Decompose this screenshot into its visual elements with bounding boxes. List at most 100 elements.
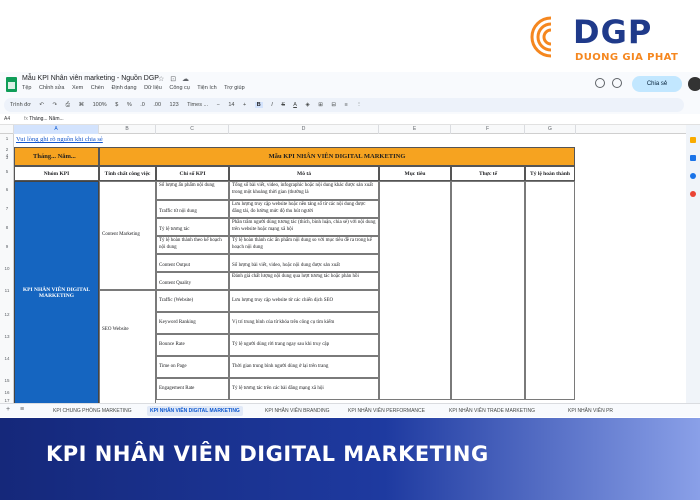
menu-extensions[interactable]: Tiện ích: [197, 85, 216, 91]
header-kpi-index[interactable]: Chỉ số KPI: [156, 166, 229, 181]
tab-kpi-trade-marketing[interactable]: KPI NHÂN VIÊN TRADE MARKETING: [446, 406, 538, 416]
kpi-desc-4[interactable]: Tỷ lệ hoàn thành các ấn phẩm nội dung so…: [229, 236, 379, 254]
kpi-desc-11[interactable]: Tỷ lệ tương tác trên các bài đăng mạng x…: [229, 378, 379, 400]
contacts-icon[interactable]: [690, 173, 696, 179]
row-header-2[interactable]: 2: [0, 147, 14, 152]
menu-format[interactable]: Định dạng: [111, 85, 136, 91]
column-header-d[interactable]: D: [229, 125, 379, 134]
text-color-button[interactable]: A: [293, 102, 297, 108]
category-content-marketing[interactable]: Content Marketing: [99, 181, 156, 290]
font-select[interactable]: Times ...: [187, 102, 208, 108]
row-header-12[interactable]: 12: [0, 312, 14, 317]
maps-icon[interactable]: [690, 191, 696, 197]
kpi-desc-10[interactable]: Thời gian trung bình người dùng ở lại tr…: [229, 356, 379, 378]
increase-decimal[interactable]: .00: [153, 102, 161, 108]
kpi-name-2[interactable]: Traffic từ nội dung: [156, 200, 229, 218]
kpi-name-7[interactable]: Traffic (Website): [156, 290, 229, 312]
print-icon[interactable]: ⎙: [66, 102, 70, 108]
actual-column-cells[interactable]: [451, 181, 525, 400]
kpi-name-3[interactable]: Tỷ lệ tương tác: [156, 218, 229, 236]
category-seo-website[interactable]: SEO Website: [99, 290, 156, 404]
history-icon[interactable]: [595, 78, 605, 88]
column-header-f[interactable]: F: [451, 125, 525, 134]
source-note-link[interactable]: Vui lòng ghi rõ nguồn khi chia sẻ: [16, 136, 103, 143]
column-header-g[interactable]: G: [525, 125, 576, 134]
align-icon[interactable]: ≡: [344, 102, 347, 108]
tasks-icon[interactable]: [690, 155, 696, 161]
undo-icon[interactable]: ↶: [39, 102, 44, 108]
header-actual[interactable]: Thực tế: [451, 166, 525, 181]
menu-data[interactable]: Dữ liệu: [144, 85, 162, 91]
completion-column-cells[interactable]: [525, 181, 575, 400]
kpi-name-11[interactable]: Engagement Rate: [156, 378, 229, 400]
column-header-a[interactable]: A: [14, 125, 99, 134]
kpi-name-9[interactable]: Bounce Rate: [156, 334, 229, 356]
tab-kpi-digital-marketing[interactable]: KPI NHÂN VIÊN DIGITAL MARKETING: [147, 406, 243, 416]
tab-kpi-performance[interactable]: KPI NHÂN VIÊN PERFORMANCE: [345, 406, 428, 416]
menu-insert[interactable]: Chèn: [91, 85, 104, 91]
borders-icon[interactable]: ⊞: [318, 102, 323, 108]
star-move-cloud-icons[interactable]: ☆ ⊡ ☁: [158, 75, 191, 83]
currency-format[interactable]: $: [115, 102, 118, 108]
row-header-11[interactable]: 11: [0, 288, 14, 293]
header-job-nature[interactable]: Tính chất công việc: [99, 166, 156, 181]
kpi-name-1[interactable]: Số lượng ấn phẩm nội dung: [156, 181, 229, 200]
kpi-desc-3[interactable]: Phần trăm người dùng tương tác (thích, b…: [229, 218, 379, 236]
row-header-16[interactable]: 16: [0, 390, 14, 395]
document-title[interactable]: Mẫu KPI Nhân viên marketing - Nguồn DGP: [22, 75, 159, 82]
kpi-desc-7[interactable]: Lưu lượng truy cập website từ các chiến …: [229, 290, 379, 312]
font-size-decrease-icon[interactable]: −: [217, 102, 220, 108]
font-size-increase-icon[interactable]: +: [243, 102, 246, 108]
menu-view[interactable]: Xem: [72, 85, 83, 91]
kpi-desc-6[interactable]: Đánh giá chất lượng nội dung qua lượt tư…: [229, 272, 379, 290]
cell-reference[interactable]: A4: [4, 114, 10, 125]
kpi-desc-2[interactable]: Lưu lượng truy cập website hoặc nền tảng…: [229, 200, 379, 218]
decrease-decimal[interactable]: .0: [140, 102, 145, 108]
strikethrough-button[interactable]: S: [281, 102, 285, 108]
kpi-name-6[interactable]: Content Quality: [156, 272, 229, 290]
header-completion-rate[interactable]: Tỷ lệ hoàn thành: [525, 166, 575, 181]
bold-button[interactable]: B: [254, 102, 263, 108]
kpi-name-5[interactable]: Content Output: [156, 254, 229, 272]
tab-kpi-chung[interactable]: KPI CHUNG PHÒNG MARKETING: [50, 406, 135, 416]
column-header-c[interactable]: C: [156, 125, 229, 134]
zoom-select[interactable]: 100%: [93, 102, 107, 108]
fill-color-icon[interactable]: ◈: [305, 102, 309, 108]
kpi-desc-8[interactable]: Vị trí trung bình của từ khóa trên công …: [229, 312, 379, 334]
add-sheet-icon[interactable]: +: [6, 406, 10, 413]
menu-help[interactable]: Trợ giúp: [224, 85, 245, 91]
redo-icon[interactable]: ↷: [53, 102, 58, 108]
kpi-name-10[interactable]: Time on Page: [156, 356, 229, 378]
comment-icon[interactable]: [612, 78, 622, 88]
row-header-6[interactable]: 6: [0, 187, 14, 192]
header-description[interactable]: Mô tả: [229, 166, 379, 181]
sheet-main-title[interactable]: Mẫu KPI NHÂN VIÊN DIGITAL MARKETING: [99, 147, 575, 166]
more-icon[interactable]: ⋮: [356, 102, 362, 108]
row-header-14[interactable]: 14: [0, 356, 14, 361]
menu-edit[interactable]: Chỉnh sửa: [39, 85, 64, 91]
merge-icon[interactable]: ⊟: [331, 102, 336, 108]
row-header-1[interactable]: 1: [0, 136, 14, 141]
row-header-9[interactable]: 9: [0, 244, 14, 249]
kpi-group-cell[interactable]: KPI NHÂN VIÊN DIGITAL MARKETING: [14, 181, 99, 404]
header-target[interactable]: Mục tiêu: [379, 166, 451, 181]
menu-tools[interactable]: Công cụ: [169, 85, 190, 91]
row-header-15[interactable]: 15: [0, 378, 14, 383]
tab-kpi-branding[interactable]: KPI NHÂN VIÊN BRANDING: [262, 406, 332, 416]
menu-search[interactable]: Trình đơ: [10, 102, 31, 108]
avatar[interactable]: [688, 77, 700, 91]
row-header-10[interactable]: 10: [0, 266, 14, 271]
kpi-desc-1[interactable]: Tổng số bài viết, video, infographic hoặ…: [229, 181, 379, 200]
paint-format-icon[interactable]: ⌘: [79, 102, 85, 108]
font-size-input[interactable]: 14: [228, 102, 234, 108]
header-kpi-group[interactable]: Nhóm KPI: [14, 166, 99, 181]
menu-file[interactable]: Tệp: [22, 85, 31, 91]
italic-button[interactable]: I: [271, 102, 273, 108]
formula-input[interactable]: fx Tháng... Năm...: [24, 114, 64, 125]
tab-kpi-pr[interactable]: KPI NHÂN VIÊN PR: [565, 406, 616, 416]
kpi-name-4[interactable]: Tỷ lệ hoàn thành theo kế hoạch nội dung: [156, 236, 229, 254]
row-header-4[interactable]: 4: [0, 153, 14, 158]
keep-icon[interactable]: [690, 137, 696, 143]
select-all-corner[interactable]: [0, 125, 14, 134]
kpi-name-8[interactable]: Keyword Ranking: [156, 312, 229, 334]
